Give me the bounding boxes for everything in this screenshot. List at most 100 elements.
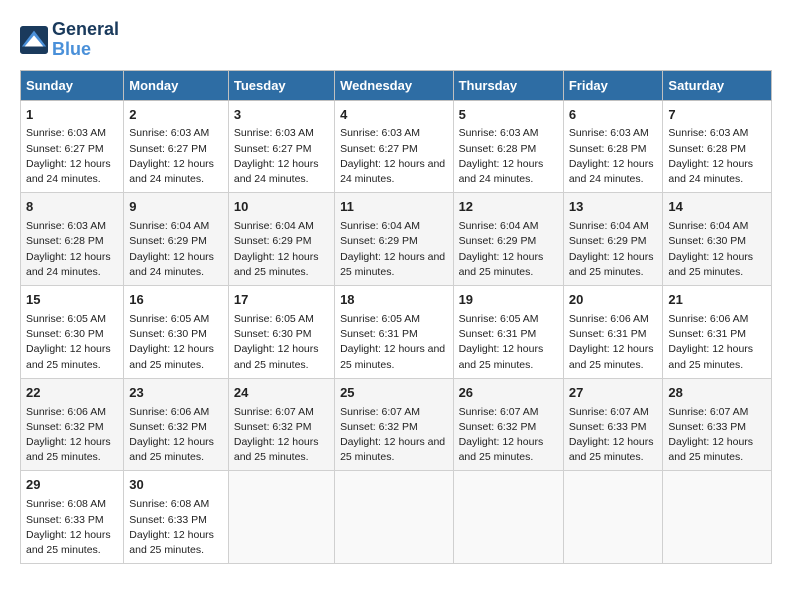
day-info: Daylight: 12 hours and 25 minutes. (234, 250, 329, 280)
calendar-cell: 14 Sunrise: 6:04 AMSunset: 6:30 PMDayligh… (663, 193, 772, 286)
day-info: Sunrise: 6:04 AM (129, 219, 223, 234)
day-header-friday: Friday (563, 70, 663, 100)
day-info: Sunrise: 6:05 AM (234, 312, 329, 327)
day-number: 3 (234, 106, 329, 125)
calendar-table: SundayMondayTuesdayWednesdayThursdayFrid… (20, 70, 772, 565)
day-info: Daylight: 12 hours and 25 minutes. (129, 435, 223, 465)
day-info: Sunset: 6:27 PM (234, 142, 329, 157)
calendar-cell: 10Sunrise: 6:04 AMSunset: 6:29 PMDayligh… (228, 193, 334, 286)
day-number: 1 (26, 106, 118, 125)
day-number: 5 (459, 106, 558, 125)
day-info: Sunrise: 6:03 AM (340, 126, 447, 141)
day-info: Sunrise: 6:05 AM (26, 312, 118, 327)
day-info: Daylight: 12 hours and 25 minutes. (569, 342, 658, 372)
calendar-cell: 30Sunrise: 6:08 AMSunset: 6:33 PMDayligh… (124, 471, 229, 564)
day-info: Sunset: 6:31 PM (668, 327, 766, 342)
day-info: Sunset: 6:29 PM (129, 234, 223, 249)
calendar-cell (663, 471, 772, 564)
day-info: Sunrise: 6:03 AM (569, 126, 658, 141)
calendar-cell: 26Sunrise: 6:07 AMSunset: 6:32 PMDayligh… (453, 378, 563, 471)
calendar-cell: 20Sunrise: 6:06 AMSunset: 6:31 PMDayligh… (563, 286, 663, 379)
day-info: Daylight: 12 hours and 24 minutes. (569, 157, 658, 187)
calendar-cell: 19Sunrise: 6:05 AMSunset: 6:31 PMDayligh… (453, 286, 563, 379)
day-info: Sunrise: 6:06 AM (668, 312, 766, 327)
logo: GeneralBlue (20, 20, 119, 60)
day-number: 2 (129, 106, 223, 125)
calendar-cell: 25Sunrise: 6:07 AMSunset: 6:32 PMDayligh… (335, 378, 453, 471)
day-number: 29 (26, 476, 118, 495)
day-number: 18 (340, 291, 447, 310)
day-info: Sunrise: 6:05 AM (459, 312, 558, 327)
day-info: Sunset: 6:31 PM (569, 327, 658, 342)
day-info: Sunrise: 6:03 AM (26, 219, 118, 234)
calendar-cell (228, 471, 334, 564)
day-info: Sunrise: 6:04 AM (459, 219, 558, 234)
day-info: Sunset: 6:28 PM (668, 142, 766, 157)
day-header-sunday: Sunday (21, 70, 124, 100)
calendar-cell: 28Sunrise: 6:07 AMSunset: 6:33 PMDayligh… (663, 378, 772, 471)
day-info: Sunset: 6:32 PM (234, 420, 329, 435)
day-info: Sunrise: 6:07 AM (569, 405, 658, 420)
week-row-3: 15Sunrise: 6:05 AMSunset: 6:30 PMDayligh… (21, 286, 772, 379)
day-info: Daylight: 12 hours and 24 minutes. (26, 250, 118, 280)
day-info: Sunrise: 6:03 AM (234, 126, 329, 141)
day-info: Sunset: 6:28 PM (569, 142, 658, 157)
day-number: 17 (234, 291, 329, 310)
day-info: Daylight: 12 hours and 24 minutes. (129, 157, 223, 187)
day-info: Sunset: 6:29 PM (340, 234, 447, 249)
day-info: Sunrise: 6:08 AM (26, 497, 118, 512)
day-info: Sunset: 6:33 PM (129, 513, 223, 528)
day-info: Sunset: 6:32 PM (459, 420, 558, 435)
day-info: Daylight: 12 hours and 25 minutes. (129, 342, 223, 372)
day-number: 25 (340, 384, 447, 403)
week-row-1: 1Sunrise: 6:03 AMSunset: 6:27 PMDaylight… (21, 100, 772, 193)
calendar-cell: 12Sunrise: 6:04 AMSunset: 6:29 PMDayligh… (453, 193, 563, 286)
day-number: 20 (569, 291, 658, 310)
day-number: 4 (340, 106, 447, 125)
day-info: Sunrise: 6:05 AM (129, 312, 223, 327)
day-number: 21 (668, 291, 766, 310)
day-info: Daylight: 12 hours and 24 minutes. (340, 157, 447, 187)
day-number: 11 (340, 198, 447, 217)
day-info: Sunset: 6:28 PM (26, 234, 118, 249)
calendar-cell: 18 Sunrise: 6:05 AMSunset: 6:31 PMDayligh… (335, 286, 453, 379)
day-number: 30 (129, 476, 223, 495)
day-info: Daylight: 12 hours and 25 minutes. (668, 342, 766, 372)
day-info: Daylight: 12 hours and 25 minutes. (459, 342, 558, 372)
day-number: 10 (234, 198, 329, 217)
day-header-monday: Monday (124, 70, 229, 100)
day-info: Sunrise: 6:06 AM (26, 405, 118, 420)
day-info: Sunrise: 6:08 AM (129, 497, 223, 512)
calendar-cell: 29Sunrise: 6:08 AMSunset: 6:33 PMDayligh… (21, 471, 124, 564)
day-info: Daylight: 12 hours and 25 minutes. (26, 435, 118, 465)
day-info: Sunset: 6:27 PM (129, 142, 223, 157)
day-info: Daylight: 12 hours and 25 minutes. (459, 250, 558, 280)
day-info: Sunset: 6:30 PM (668, 234, 766, 249)
calendar-cell: 16Sunrise: 6:05 AMSunset: 6:30 PMDayligh… (124, 286, 229, 379)
day-info: Daylight: 12 hours and 25 minutes. (668, 435, 766, 465)
day-number: 15 (26, 291, 118, 310)
calendar-cell: 21 Sunrise: 6:06 AMSunset: 6:31 PMDayligh… (663, 286, 772, 379)
day-number: 14 (668, 198, 766, 217)
day-info: Daylight: 12 hours and 25 minutes. (340, 342, 447, 372)
day-header-saturday: Saturday (663, 70, 772, 100)
day-info: Sunset: 6:29 PM (569, 234, 658, 249)
day-info: Daylight: 12 hours and 25 minutes. (668, 250, 766, 280)
day-number: 27 (569, 384, 658, 403)
day-number: 24 (234, 384, 329, 403)
day-number: 9 (129, 198, 223, 217)
day-info: Sunrise: 6:07 AM (459, 405, 558, 420)
day-info: Sunrise: 6:05 AM (340, 312, 447, 327)
day-info: Daylight: 12 hours and 25 minutes. (234, 435, 329, 465)
day-info: Sunrise: 6:04 AM (668, 219, 766, 234)
day-info: Sunrise: 6:07 AM (668, 405, 766, 420)
day-info: Daylight: 12 hours and 24 minutes. (129, 250, 223, 280)
day-info: Daylight: 12 hours and 25 minutes. (340, 250, 447, 280)
calendar-cell: 4Sunrise: 6:03 AMSunset: 6:27 PMDaylight… (335, 100, 453, 193)
day-info: Sunrise: 6:07 AM (340, 405, 447, 420)
day-info: Sunset: 6:33 PM (668, 420, 766, 435)
calendar-cell: 1Sunrise: 6:03 AMSunset: 6:27 PMDaylight… (21, 100, 124, 193)
day-info: Sunset: 6:31 PM (340, 327, 447, 342)
day-number: 16 (129, 291, 223, 310)
day-info: Sunset: 6:32 PM (129, 420, 223, 435)
